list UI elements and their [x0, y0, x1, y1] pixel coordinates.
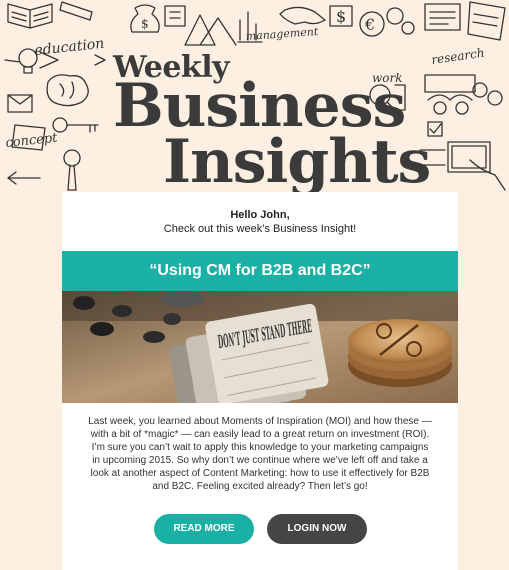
article-photo-illustration: DON'T JUST STAND THERE	[62, 291, 458, 403]
doodle-concept: concept	[5, 131, 59, 151]
login-now-button[interactable]: LOGIN NOW	[267, 514, 367, 544]
svg-text:$: $	[336, 7, 346, 26]
article-headline-banner: “Using CM for B2B and B2C”	[62, 251, 458, 291]
doodle-education: education	[34, 36, 105, 59]
article-body: Last week, you learned about Moments of …	[88, 416, 432, 492]
title-insights: Insights	[163, 127, 431, 197]
greeting: Hello John, Check out this week’s Busine…	[62, 208, 458, 236]
svg-text:€: €	[364, 15, 375, 34]
header-banner: $ $ € education management work research…	[0, 0, 509, 200]
read-more-button[interactable]: READ MORE	[154, 514, 254, 544]
greeting-name: Hello John,	[230, 209, 290, 221]
greeting-subtitle: Check out this week’s Business Insight!	[163, 223, 357, 235]
article-photo: DON'T JUST STAND THERE	[62, 291, 458, 403]
email-card: Hello John, Check out this week’s Busine…	[62, 192, 458, 570]
doodle-research: research	[430, 46, 485, 67]
svg-text:$: $	[141, 17, 149, 31]
